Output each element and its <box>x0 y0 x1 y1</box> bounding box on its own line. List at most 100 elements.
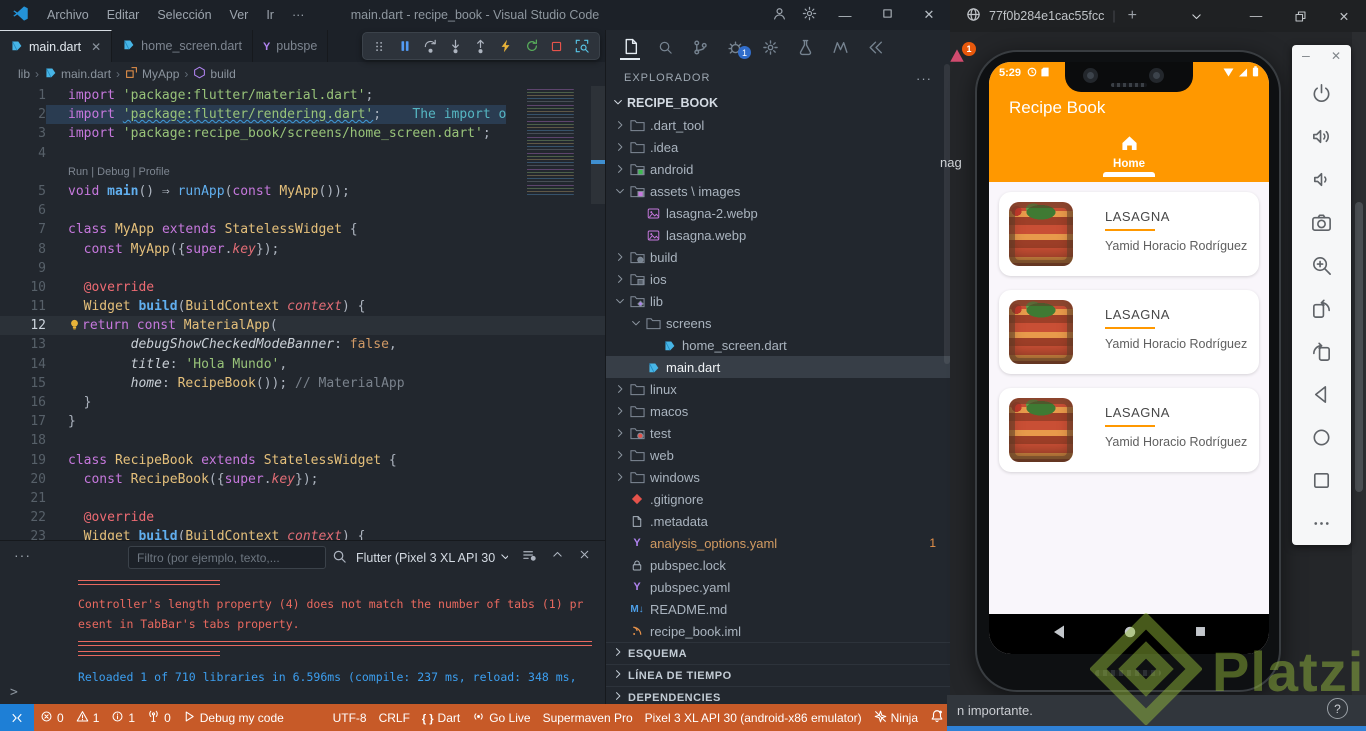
rotate-right-button[interactable] <box>1310 339 1334 363</box>
console-filter-input[interactable] <box>128 546 326 569</box>
tree-row-linux[interactable]: linux <box>606 378 950 400</box>
tree-row-windows[interactable]: windows <box>606 466 950 488</box>
restart-button[interactable] <box>521 35 543 57</box>
tree-row-test[interactable]: test <box>606 422 950 444</box>
activity-files-button[interactable] <box>620 34 640 60</box>
explorer-more-icon[interactable]: ··· <box>916 71 932 86</box>
tree-row-pubspec-yaml[interactable]: Ypubspec.yaml <box>606 576 950 598</box>
stop-button[interactable] <box>546 35 568 57</box>
search-icon[interactable] <box>332 549 347 569</box>
new-tab-icon[interactable]: + <box>1128 7 1137 25</box>
menu-seleccin[interactable]: Selección <box>149 5 219 25</box>
tree-row-pubspec-lock[interactable]: pubspec.lock <box>606 554 950 576</box>
section-l-nea-de-tiempo[interactable]: LÍNEA DE TIEMPO <box>606 665 950 687</box>
tree-row-lasagna-2-webp[interactable]: lasagna-2.webp <box>606 202 950 224</box>
output-settings-button[interactable] <box>522 548 537 568</box>
tab-main-dart[interactable]: main.dart ✕ <box>0 30 113 62</box>
code-editor[interactable]: 1 import 'package:flutter/material.dart';… <box>0 86 605 540</box>
tree-row-build[interactable]: build <box>606 246 950 268</box>
menu-ver[interactable]: Ver <box>222 5 257 25</box>
breadcrumb-item-MyApp[interactable]: MyApp <box>125 66 179 82</box>
status-item-go-live[interactable]: Go Live <box>466 704 536 731</box>
menu-editar[interactable]: Editar <box>99 5 148 25</box>
explorer-root[interactable]: RECIPE_BOOK <box>606 92 950 114</box>
tree-row--dart-tool[interactable]: .dart_tool <box>606 114 950 136</box>
status-item-utf-8[interactable]: UTF-8 <box>327 704 373 731</box>
breadcrumb-item-build[interactable]: build <box>193 66 236 82</box>
recipe-card[interactable]: LASAGNA Yamid Horacio Rodríguez <box>999 290 1259 374</box>
status-item-0[interactable]: 0 <box>34 704 70 731</box>
volume-down-button[interactable] <box>1310 167 1334 191</box>
restore-icon[interactable] <box>1278 0 1322 32</box>
status-item-dart[interactable]: { } Dart <box>416 704 466 731</box>
status-item-crlf[interactable]: CRLF <box>373 704 416 731</box>
tree-row-home-screen-dart[interactable]: home_screen.dart <box>606 334 950 356</box>
close-icon[interactable]: ✕ <box>91 40 101 54</box>
tree-row-assets---images[interactable]: assets \ images <box>606 180 950 202</box>
help-icon[interactable]: ? <box>1327 698 1348 719</box>
overview-button[interactable] <box>1310 468 1334 492</box>
menu-ir[interactable]: Ir <box>258 5 282 25</box>
panel-more-icon[interactable]: ··· <box>14 547 31 563</box>
recents-icon[interactable] <box>1194 625 1207 643</box>
activity-testing-button[interactable] <box>795 34 815 60</box>
back-button[interactable] <box>1310 382 1334 406</box>
status-item-debug-my-code[interactable]: Debug my code <box>177 704 290 731</box>
back-icon[interactable] <box>1051 624 1067 645</box>
editor-scrollbar[interactable] <box>591 86 605 540</box>
power-button[interactable] <box>1310 81 1334 105</box>
emulator-scrollbar[interactable] <box>1352 32 1366 695</box>
tree-row-analysis-options-yaml[interactable]: Yanalysis_options.yaml 1 <box>606 532 950 554</box>
hot-reload-button[interactable] <box>495 35 517 57</box>
activity-collapse-button[interactable] <box>865 34 885 60</box>
tree-row-lib[interactable]: lib <box>606 290 950 312</box>
pause-button[interactable] <box>394 35 416 57</box>
tab-home_screen-dart[interactable]: home_screen.dart <box>112 30 253 62</box>
home-button[interactable] <box>1310 425 1334 449</box>
activity-search-button[interactable] <box>655 34 675 60</box>
volume-up-button[interactable] <box>1310 124 1334 148</box>
tree-row--idea[interactable]: .idea <box>606 136 950 158</box>
activity-supermaven-button[interactable] <box>830 34 850 60</box>
close-icon[interactable]: ✕ <box>1331 49 1341 63</box>
tree-row-android[interactable]: android <box>606 158 950 180</box>
rotate-left-button[interactable] <box>1310 296 1334 320</box>
screenshot-button[interactable] <box>1310 210 1334 234</box>
tab-pubspe[interactable]: Ypubspe <box>252 30 329 62</box>
status-item-supermaven-pro[interactable]: Supermaven Pro <box>537 704 639 731</box>
section-esquema[interactable]: ESQUEMA <box>606 643 950 665</box>
remote-indicator[interactable] <box>0 704 34 731</box>
menu-archivo[interactable]: Archivo <box>39 5 97 25</box>
status-item-1[interactable]: 1 <box>105 704 141 731</box>
minimap[interactable] <box>527 88 587 196</box>
minimize-icon[interactable]: — <box>1234 0 1278 32</box>
console-prompt[interactable]: > <box>10 685 18 700</box>
tree-row--metadata[interactable]: .metadata <box>606 510 950 532</box>
code-lens[interactable]: Run | Debug | Profile <box>0 163 605 182</box>
collapse-panel-button[interactable] <box>551 548 564 568</box>
minimize-icon[interactable]: – <box>1302 47 1310 63</box>
minimize-button[interactable]: — <box>824 0 866 30</box>
close-button[interactable]: ✕ <box>908 0 950 30</box>
step-into-button[interactable] <box>445 35 467 57</box>
tree-row--gitignore[interactable]: .gitignore <box>606 488 950 510</box>
step-over-button[interactable] <box>419 35 441 57</box>
activity-extensions-button[interactable] <box>760 34 780 60</box>
breadcrumb-item-lib[interactable]: lib <box>18 67 30 81</box>
home-circle-icon[interactable] <box>1123 625 1137 644</box>
tree-row-recipe-book-iml[interactable]: recipe_book.iml <box>606 620 950 642</box>
account-button[interactable] <box>764 0 794 30</box>
activity-debug-button[interactable]: 1 <box>725 34 751 60</box>
status-item-ninja[interactable]: Ninja <box>868 704 924 731</box>
status-item-0[interactable]: 0 <box>141 704 177 731</box>
close-panel-button[interactable] <box>578 548 591 568</box>
grip-button[interactable] <box>369 35 391 57</box>
tab-home[interactable]: Home <box>989 134 1269 170</box>
tree-row-web[interactable]: web <box>606 444 950 466</box>
close-icon[interactable]: ✕ <box>1322 0 1366 32</box>
tree-row-main-dart[interactable]: main.dart <box>606 356 950 378</box>
breadcrumb-item-main-dart[interactable]: main.dart <box>44 66 111 82</box>
settings-button[interactable] <box>794 0 824 30</box>
more-button[interactable] <box>1310 511 1334 535</box>
tree-row-lasagna-webp[interactable]: lasagna.webp <box>606 224 950 246</box>
